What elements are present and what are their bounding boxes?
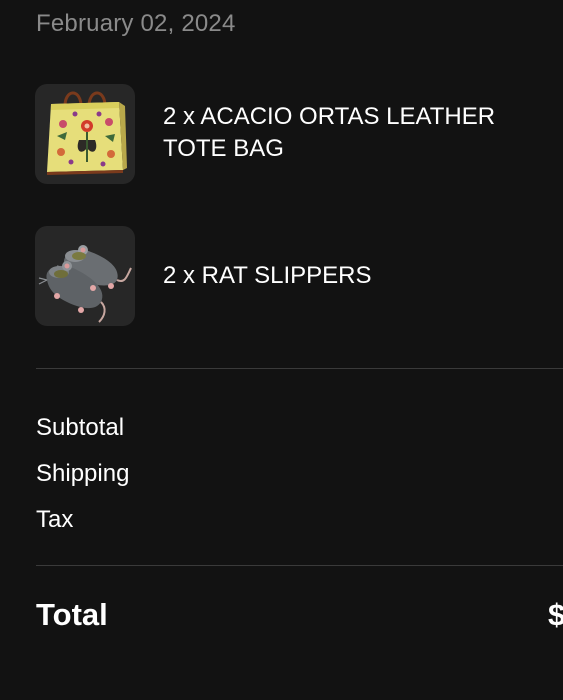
divider xyxy=(36,368,563,369)
tax-label: Tax xyxy=(36,506,74,533)
subtotal-label: Subtotal xyxy=(36,414,125,441)
divider xyxy=(36,565,563,566)
total-value: $ xyxy=(548,597,563,632)
item-title: 2 x RAT SLIPPERS xyxy=(163,262,372,289)
order-item[interactable]: 2 x RAT SLIPPERS xyxy=(35,226,563,326)
tote-bag-image xyxy=(35,84,135,184)
shipping-label: Shipping xyxy=(36,460,130,487)
order-date: February 02, 2024 xyxy=(36,10,236,37)
item-title: 2 x ACACIO ORTAS LEATHER TOTE BAG xyxy=(163,103,496,162)
total-label: Total xyxy=(36,597,108,632)
rat-slippers-image xyxy=(35,226,135,326)
order-item[interactable]: 2 x ACACIO ORTAS LEATHER TOTE BAG xyxy=(35,84,563,184)
